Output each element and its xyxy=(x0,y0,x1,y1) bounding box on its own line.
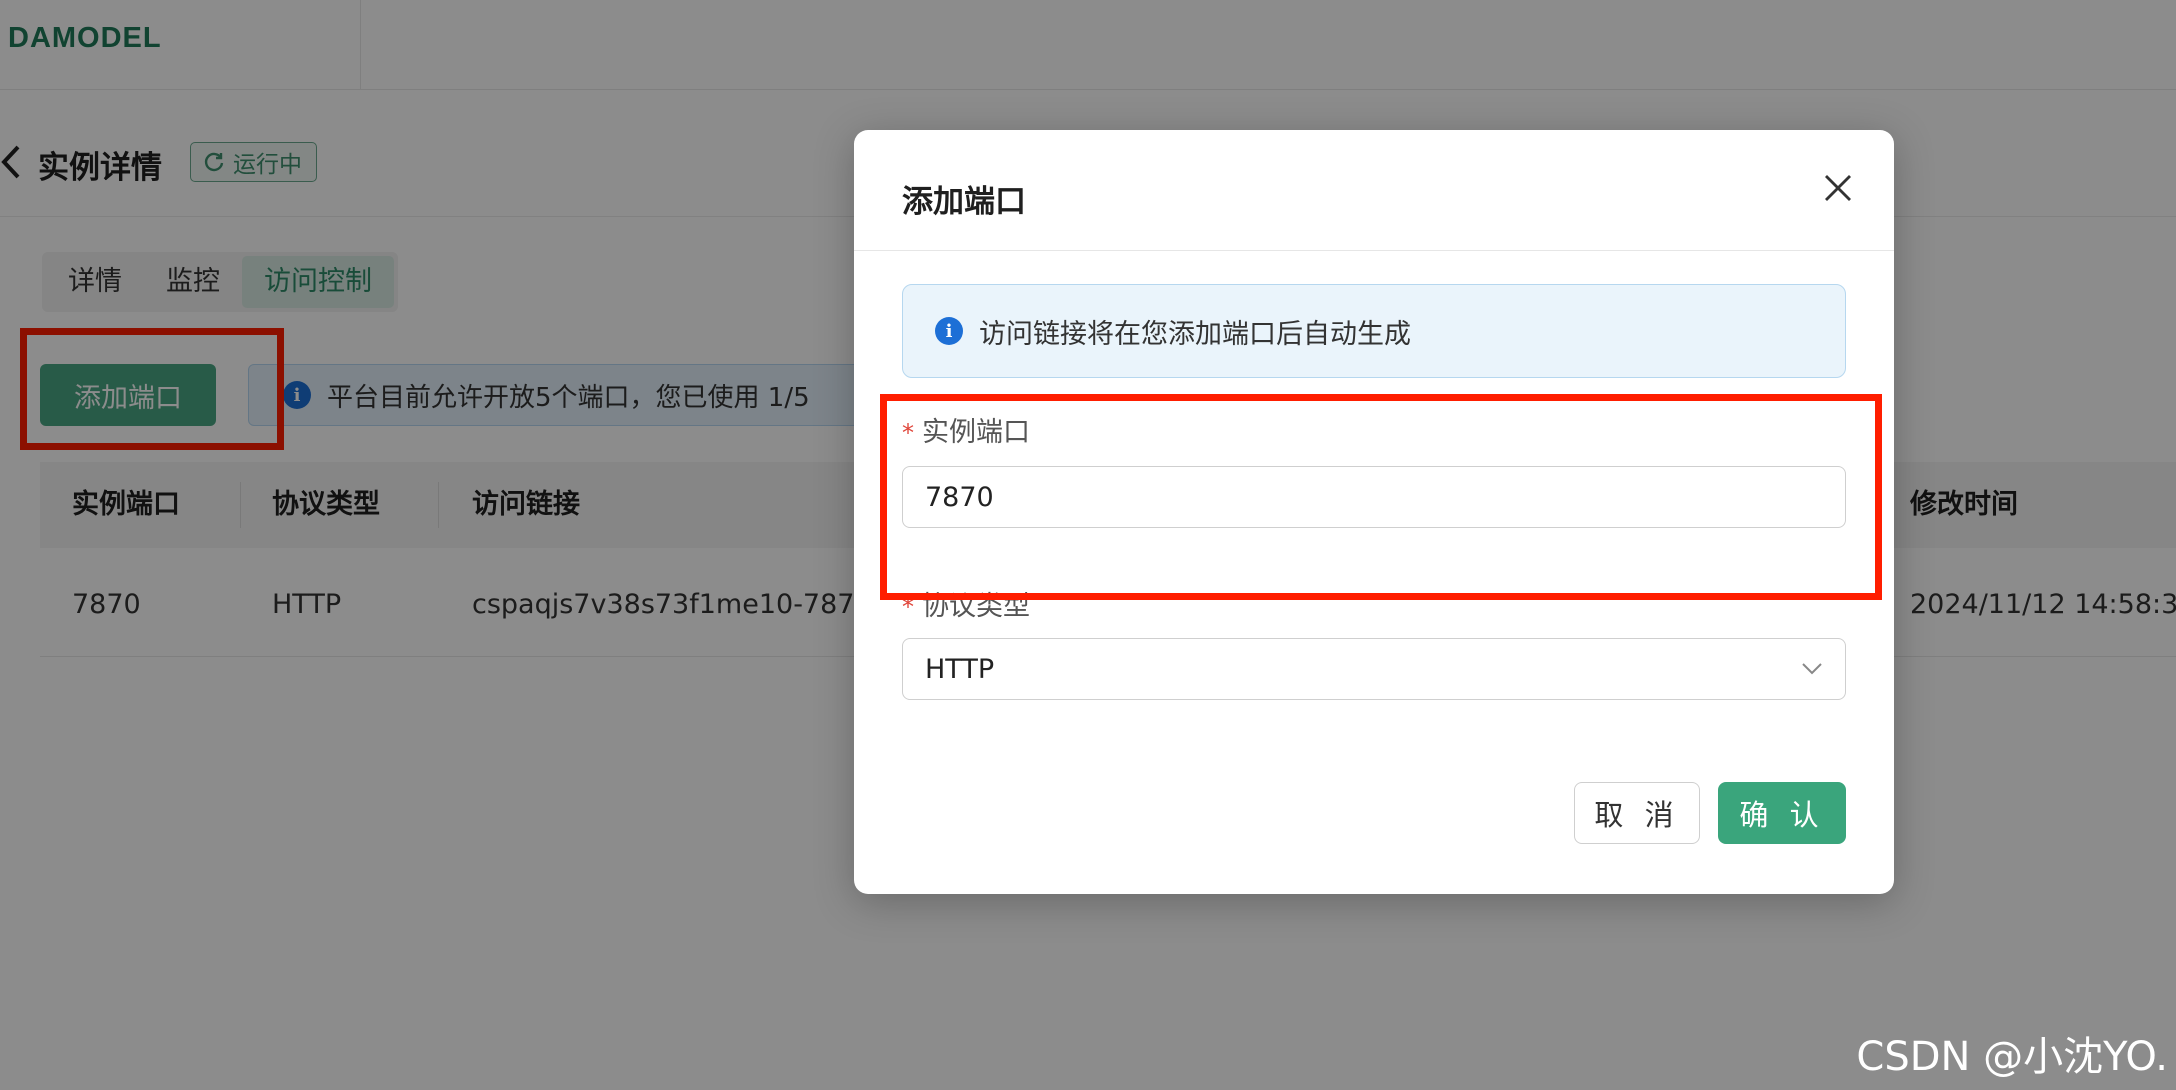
confirm-button[interactable]: 确 认 xyxy=(1718,782,1846,844)
protocol-select[interactable]: HTTP xyxy=(902,638,1846,700)
info-icon: i xyxy=(935,317,963,345)
cancel-button[interactable]: 取 消 xyxy=(1574,782,1700,844)
close-icon[interactable] xyxy=(1820,170,1856,206)
notice-text: 访问链接将在您添加端口后自动生成 xyxy=(979,318,1411,350)
protocol-selected-value: HTTP xyxy=(925,653,995,685)
dialog-divider xyxy=(854,250,1894,251)
chevron-down-icon xyxy=(1802,663,1822,675)
watermark: CSDN @小沈YO. xyxy=(1856,1034,2168,1080)
annotation-highlight-port-field xyxy=(880,394,1882,600)
dialog-title: 添加端口 xyxy=(902,184,1026,220)
auto-link-notice: i 访问链接将在您添加端口后自动生成 xyxy=(902,284,1846,378)
